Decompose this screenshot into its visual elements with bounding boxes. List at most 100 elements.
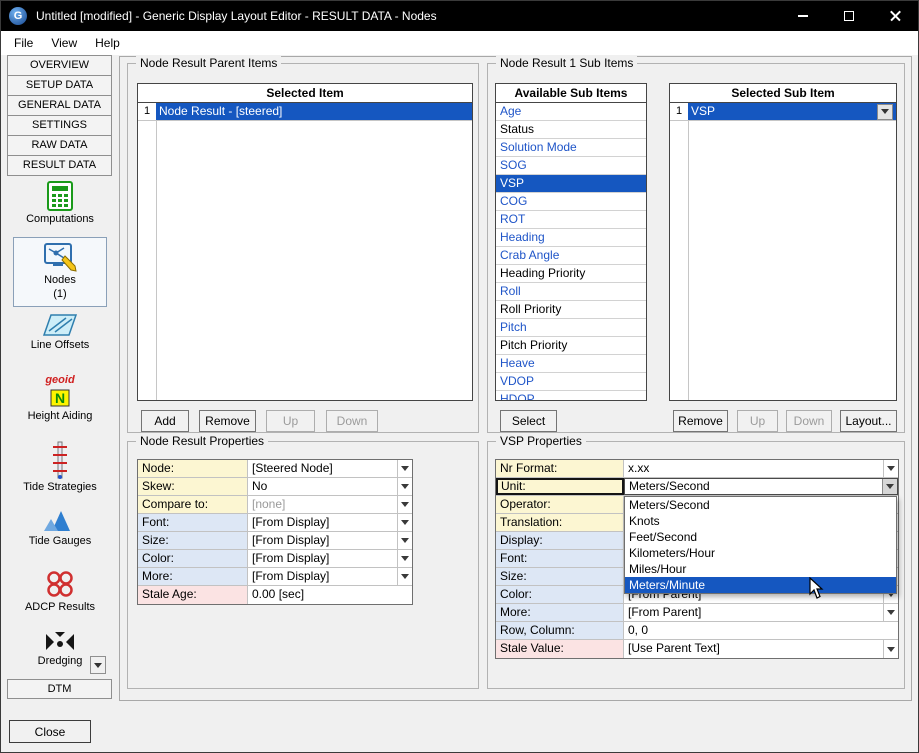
property-value[interactable]: [From Display] [248, 514, 412, 531]
nav-setup-data[interactable]: SETUP DATA [7, 75, 112, 96]
dropdown-option[interactable]: Knots [625, 513, 896, 529]
available-sub-item[interactable]: HDOP [496, 391, 646, 400]
dropdown-option[interactable]: Miles/Hour [625, 561, 896, 577]
property-value[interactable]: No [248, 478, 412, 495]
sidebar-item-label: Dredging [38, 655, 83, 667]
property-value[interactable]: [From Display] [248, 550, 412, 567]
combo-arrow-icon[interactable] [882, 479, 897, 494]
sidebar-item-line-offsets[interactable]: Line Offsets [13, 313, 107, 367]
table-row[interactable]: 1 VSP [670, 103, 896, 121]
property-value-text: [From Display] [248, 532, 397, 549]
property-label: Font: [138, 514, 248, 531]
available-sub-item[interactable]: Roll [496, 283, 646, 301]
sidebar-item-label: Nodes [44, 274, 76, 286]
combo-arrow-icon[interactable] [397, 478, 412, 495]
property-value[interactable]: 0, 0 [624, 622, 898, 639]
property-value[interactable]: [From Display] [248, 532, 412, 549]
dropdown-option[interactable]: Feet/Second [625, 529, 896, 545]
property-value[interactable]: x.xx [624, 460, 898, 477]
property-value[interactable]: [From Parent] [624, 604, 898, 621]
up-button[interactable]: Up [266, 410, 315, 432]
property-label: Operator: [496, 496, 624, 513]
property-value[interactable]: [From Display] [248, 568, 412, 585]
minimize-button[interactable] [780, 1, 826, 31]
property-value[interactable]: [Use Parent Text] [624, 640, 898, 658]
property-value[interactable]: [none] [248, 496, 412, 513]
combo-arrow-icon[interactable] [397, 550, 412, 567]
sub-remove-button[interactable]: Remove [673, 410, 728, 432]
nav-raw-data[interactable]: RAW DATA [7, 135, 112, 156]
available-sub-item[interactable]: Pitch Priority [496, 337, 646, 355]
selected-sub-item-table[interactable]: Selected Sub Item 1 VSP [669, 83, 897, 401]
available-sub-item[interactable]: VSP [496, 175, 646, 193]
available-sub-item[interactable]: Roll Priority [496, 301, 646, 319]
sidebar-item-tide-strategies[interactable]: Tide Strategies [13, 441, 107, 503]
menu-help[interactable]: Help [86, 33, 129, 53]
sidebar-scroll-down-button[interactable] [90, 656, 106, 674]
sub-down-button[interactable]: Down [786, 410, 832, 432]
available-sub-item[interactable]: COG [496, 193, 646, 211]
available-sub-item[interactable]: Crab Angle [496, 247, 646, 265]
property-value[interactable]: [Steered Node] [248, 460, 412, 477]
close-button[interactable]: Close [9, 720, 91, 743]
remove-button[interactable]: Remove [199, 410, 256, 432]
dropdown-option[interactable]: Kilometers/Hour [625, 545, 896, 561]
sidebar-item-tide-gauges[interactable]: Tide Gauges [13, 507, 107, 563]
row-number: 1 [138, 103, 156, 120]
unit-dropdown-list[interactable]: Meters/SecondKnotsFeet/SecondKilometers/… [624, 496, 897, 594]
select-button[interactable]: Select [500, 410, 557, 432]
available-sub-items-list[interactable]: Available Sub Items AgeStatusSolution Mo… [495, 83, 647, 401]
nav-overview[interactable]: OVERVIEW [7, 55, 112, 76]
group-title: Node Result Properties [136, 434, 268, 448]
svg-text:N: N [55, 390, 65, 406]
nav-general-data[interactable]: GENERAL DATA [7, 95, 112, 116]
dropdown-option[interactable]: Meters/Second [625, 497, 896, 513]
available-sub-item[interactable]: Heading Priority [496, 265, 646, 283]
sidebar-item-label: Height Aiding [28, 410, 93, 422]
available-sub-item[interactable]: VDOP [496, 373, 646, 391]
table-body: 1 Node Result - [steered] [138, 103, 472, 400]
property-value[interactable]: Meters/Second [624, 478, 898, 495]
combo-arrow-icon[interactable] [397, 568, 412, 585]
add-button[interactable]: Add [141, 410, 189, 432]
property-row: Size:[From Display] [138, 532, 412, 550]
row-combo-arrow[interactable] [877, 104, 893, 120]
property-row: Stale Value:[Use Parent Text] [496, 640, 898, 658]
sidebar-item-nodes[interactable]: Nodes (1) [13, 237, 107, 307]
available-sub-item[interactable]: Status [496, 121, 646, 139]
table-row[interactable]: 1 Node Result - [steered] [138, 103, 472, 121]
dropdown-option[interactable]: Meters/Minute [625, 577, 896, 593]
sidebar-item-adcp-results[interactable]: ADCP Results [13, 569, 107, 625]
property-value[interactable]: 0.00 [sec] [248, 586, 412, 604]
available-sub-item[interactable]: Pitch [496, 319, 646, 337]
combo-arrow-icon[interactable] [883, 640, 898, 658]
nav-result-data[interactable]: RESULT DATA [7, 155, 112, 176]
sub-up-button[interactable]: Up [737, 410, 778, 432]
combo-arrow-icon[interactable] [397, 532, 412, 549]
sidebar-item-label: Line Offsets [31, 339, 90, 351]
layout-button[interactable]: Layout... [840, 410, 897, 432]
table-header: Available Sub Items [496, 84, 646, 103]
maximize-button[interactable] [826, 1, 872, 31]
close-window-button[interactable] [872, 1, 918, 31]
down-button[interactable]: Down [326, 410, 378, 432]
parent-items-table[interactable]: Selected Item 1 Node Result - [steered] [137, 83, 473, 401]
available-sub-item[interactable]: SOG [496, 157, 646, 175]
nodes-icon [43, 242, 77, 272]
available-sub-item[interactable]: Heading [496, 229, 646, 247]
sidebar-item-computations[interactable]: Computations [13, 181, 107, 233]
menu-file[interactable]: File [5, 33, 42, 53]
available-sub-item[interactable]: Age [496, 103, 646, 121]
combo-arrow-icon[interactable] [397, 460, 412, 477]
nav-settings[interactable]: SETTINGS [7, 115, 112, 136]
available-sub-item[interactable]: Solution Mode [496, 139, 646, 157]
combo-arrow-icon[interactable] [397, 496, 412, 513]
sidebar-item-height-aiding[interactable]: geoid N Height Aiding [13, 375, 107, 437]
available-sub-item[interactable]: ROT [496, 211, 646, 229]
available-sub-item[interactable]: Heave [496, 355, 646, 373]
combo-arrow-icon[interactable] [883, 604, 898, 621]
menu-view[interactable]: View [42, 33, 86, 53]
combo-arrow-icon[interactable] [883, 460, 898, 477]
combo-arrow-icon[interactable] [397, 514, 412, 531]
dtm-button[interactable]: DTM [7, 679, 112, 699]
